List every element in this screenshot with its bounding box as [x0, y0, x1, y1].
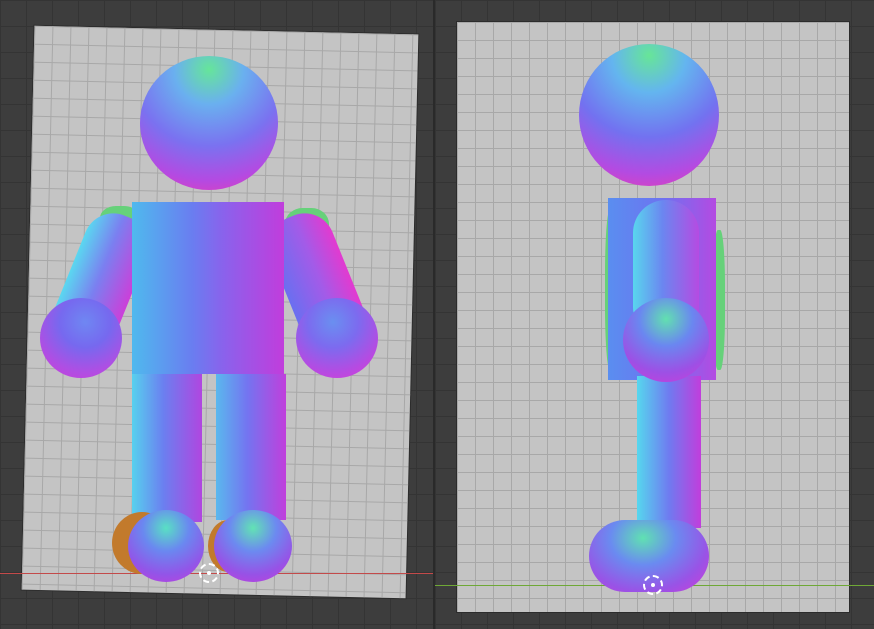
leg-right[interactable]: [216, 374, 286, 520]
leg-left[interactable]: [132, 374, 202, 522]
3d-cursor-icon[interactable]: [199, 563, 219, 583]
hand-left[interactable]: [40, 298, 122, 378]
viewport-front[interactable]: [0, 0, 435, 629]
leg-side[interactable]: [637, 376, 701, 528]
head[interactable]: [140, 56, 278, 190]
torso[interactable]: [132, 202, 284, 374]
head-side[interactable]: [579, 44, 719, 186]
foot-right[interactable]: [214, 510, 292, 582]
hand-right[interactable]: [296, 298, 378, 378]
hand-side[interactable]: [623, 298, 709, 382]
foot-left[interactable]: [128, 510, 204, 582]
3d-cursor-icon[interactable]: [643, 575, 663, 595]
viewport-side[interactable]: [435, 0, 874, 629]
